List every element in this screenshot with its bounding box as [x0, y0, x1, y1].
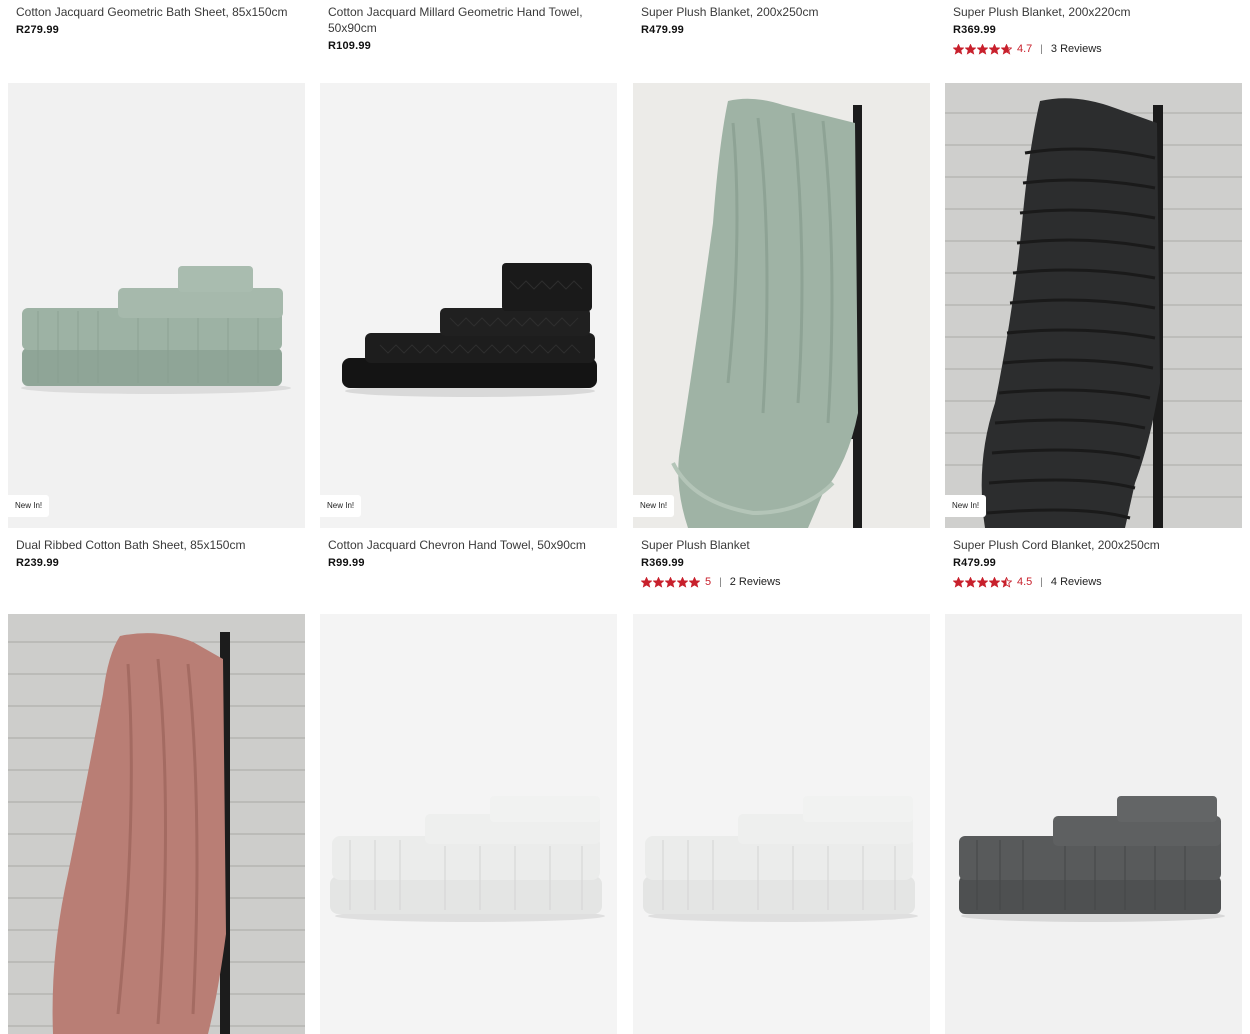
rating-divider: | — [1040, 576, 1043, 588]
star-icon — [965, 43, 976, 55]
new-in-badge: New In! — [8, 495, 50, 517]
product-price: R279.99 — [16, 24, 59, 36]
star-icon — [953, 43, 964, 55]
grey-towel-stack-image — [945, 614, 1242, 1034]
new-in-badge: New In! — [945, 495, 987, 517]
new-in-badge: New In! — [633, 495, 675, 517]
star-icon — [965, 576, 976, 588]
product-card[interactable]: Super Plush Blanket R369.99 5 | 2 Review… — [633, 537, 930, 589]
rating-stars — [953, 43, 1012, 55]
product-card[interactable]: Cotton Jacquard Geometric Bath Sheet, 85… — [8, 4, 305, 36]
product-image[interactable]: New In! — [945, 83, 1242, 528]
product-image[interactable] — [633, 614, 930, 1034]
product-title[interactable]: Cotton Jacquard Chevron Hand Towel, 50x9… — [328, 537, 609, 553]
star-icon — [653, 576, 664, 588]
sage-towel-stack-image — [8, 83, 305, 528]
product-image[interactable]: New In! — [8, 83, 305, 528]
product-price: R479.99 — [953, 557, 996, 569]
product-image[interactable] — [320, 614, 617, 1034]
product-card[interactable]: Super Plush Blanket, 200x250cm R479.99 — [633, 4, 930, 36]
product-image[interactable]: New In! — [320, 83, 617, 528]
rating-stars — [641, 576, 700, 588]
product-price: R479.99 — [641, 24, 684, 36]
black-towel-stack-image — [320, 83, 617, 528]
product-title[interactable]: Cotton Jacquard Geometric Bath Sheet, 85… — [16, 4, 297, 20]
rating-value: 4.7 — [1017, 43, 1033, 55]
product-price: R99.99 — [328, 557, 365, 569]
pink-blanket-on-ladder-image — [8, 614, 305, 1034]
product-title[interactable]: Dual Ribbed Cotton Bath Sheet, 85x150cm — [16, 537, 297, 553]
product-price: R109.99 — [328, 40, 371, 52]
sage-blanket-on-ladder-image — [633, 83, 930, 528]
product-title[interactable]: Super Plush Cord Blanket, 200x250cm — [953, 537, 1234, 553]
white-towel-stack-image — [633, 614, 930, 1034]
product-card[interactable]: Super Plush Cord Blanket, 200x250cm R479… — [945, 537, 1242, 589]
product-card[interactable]: Cotton Jacquard Millard Geometric Hand T… — [320, 4, 617, 52]
star-icon — [1001, 576, 1012, 588]
rating-value: 4.5 — [1017, 576, 1033, 588]
product-image[interactable] — [8, 614, 305, 1034]
product-card[interactable]: Super Plush Blanket, 200x220cm R369.99 4… — [945, 4, 1242, 56]
charcoal-cord-blanket-on-ladder-image — [945, 83, 1242, 528]
rating-value: 5 — [705, 576, 712, 588]
product-title[interactable]: Cotton Jacquard Millard Geometric Hand T… — [328, 4, 609, 36]
product-rating[interactable]: 5 | 2 Reviews — [641, 575, 922, 589]
product-image[interactable]: New In! — [633, 83, 930, 528]
star-icon — [689, 576, 700, 588]
rating-stars — [953, 576, 1012, 588]
reviews-link[interactable]: 2 Reviews — [730, 576, 781, 588]
product-rating[interactable]: 4.5 | 4 Reviews — [953, 575, 1234, 589]
rating-divider: | — [1040, 43, 1043, 55]
product-title[interactable]: Super Plush Blanket — [641, 537, 922, 553]
product-rating[interactable]: 4.7 | 3 Reviews — [953, 42, 1234, 56]
product-card[interactable]: Dual Ribbed Cotton Bath Sheet, 85x150cm … — [8, 537, 305, 569]
rating-divider: | — [719, 576, 722, 588]
product-title[interactable]: Super Plush Blanket, 200x250cm — [641, 4, 922, 20]
product-price: R239.99 — [16, 557, 59, 569]
star-icon — [1001, 43, 1012, 55]
white-towel-stack-image — [320, 614, 617, 1034]
new-in-badge: New In! — [320, 495, 362, 517]
star-icon — [977, 576, 988, 588]
star-icon — [977, 43, 988, 55]
product-price: R369.99 — [953, 24, 996, 36]
reviews-link[interactable]: 4 Reviews — [1051, 576, 1102, 588]
star-icon — [677, 576, 688, 588]
star-icon — [989, 43, 1000, 55]
star-icon — [665, 576, 676, 588]
star-icon — [641, 576, 652, 588]
product-card[interactable]: Cotton Jacquard Chevron Hand Towel, 50x9… — [320, 537, 617, 569]
star-icon — [953, 576, 964, 588]
star-icon — [989, 576, 1000, 588]
reviews-link[interactable]: 3 Reviews — [1051, 43, 1102, 55]
product-title[interactable]: Super Plush Blanket, 200x220cm — [953, 4, 1234, 20]
product-price: R369.99 — [641, 557, 684, 569]
product-image[interactable] — [945, 614, 1242, 1034]
